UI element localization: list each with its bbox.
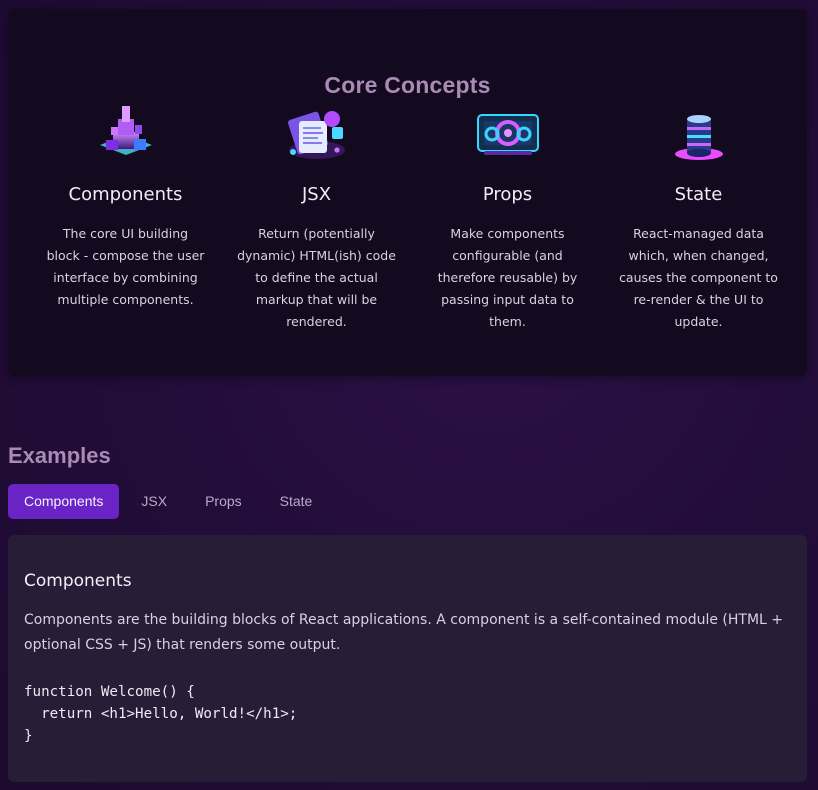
concept-title: Props [482,184,533,205]
props-icon [476,114,539,155]
tab-jsx[interactable]: JSX [125,484,183,519]
tab-components[interactable]: Components [8,484,120,519]
concept-description: The core UI building block - compose the… [46,226,205,307]
tab-state[interactable]: State [264,484,329,519]
examples-title: Examples [8,443,111,469]
example-content-card: Components Components are the building b… [8,535,807,782]
concept-title: State [674,184,723,205]
concept-state: State React-managed data which, when cha… [603,97,794,333]
core-concepts-panel: Core Concepts Components The core UI bui… [8,9,807,376]
concept-description: React-managed data which, when changed, … [619,226,778,329]
concept-grid: Components The core UI building block - … [30,97,810,333]
jsx-icon [287,111,345,159]
examples-tabs: Components JSX Props State [8,484,328,519]
concept-props: Props Make components configurable (and … [412,97,603,333]
concept-title: JSX [301,184,332,205]
example-code-block: function Welcome() { return <h1>Hello, W… [24,684,298,744]
state-icon [674,115,723,160]
core-concepts-title: Core Concepts [324,72,491,99]
concept-title: Components [68,184,183,205]
concept-components: Components The core UI building block - … [30,97,221,333]
components-icon [99,106,152,155]
concept-description: Return (potentially dynamic) HTML(ish) c… [237,226,396,329]
tab-props[interactable]: Props [189,484,258,519]
concept-description: Make components configurable (and theref… [437,226,578,329]
example-heading: Components [24,571,132,591]
example-description: Components are the building blocks of Re… [24,612,784,653]
concept-jsx: JSX Return (potentially dynamic) HTML(is… [221,97,412,333]
